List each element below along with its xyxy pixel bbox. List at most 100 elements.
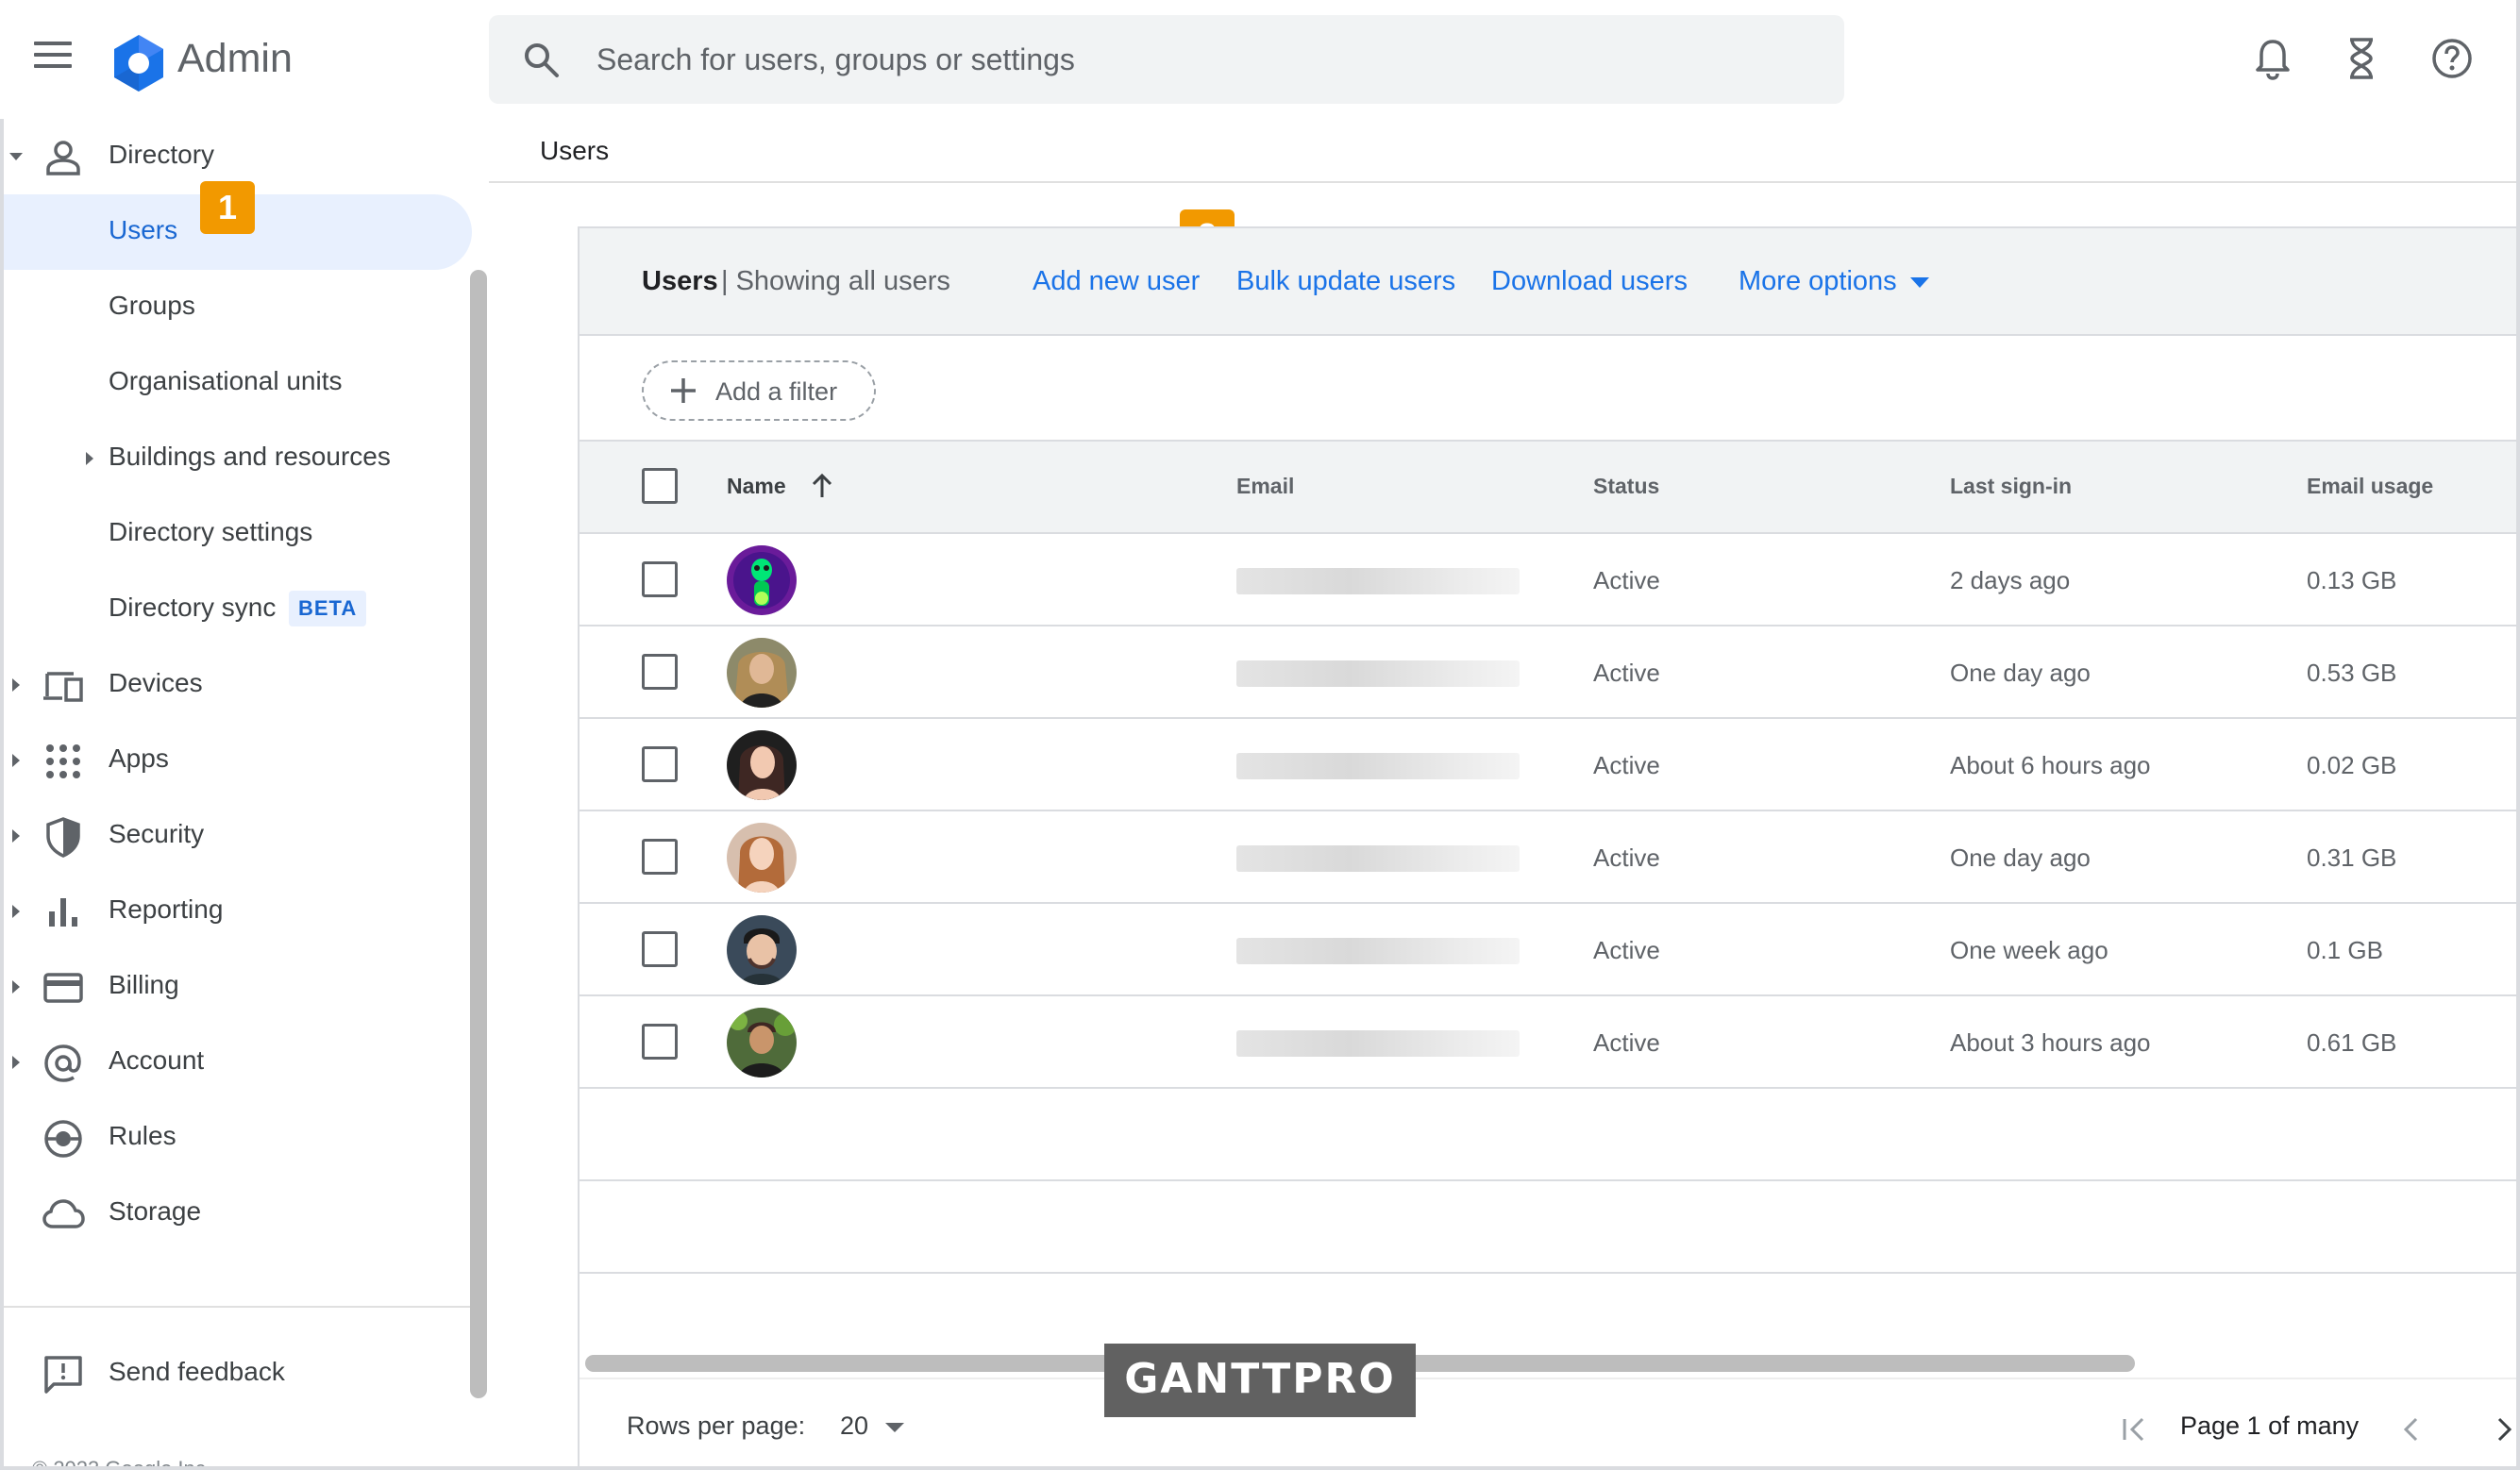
user-avatar[interactable] — [727, 638, 797, 708]
column-header-email-usage[interactable]: Email usage — [2307, 474, 2433, 499]
user-avatar[interactable] — [727, 545, 797, 615]
row-checkbox[interactable] — [642, 561, 678, 597]
caret-down-icon[interactable] — [8, 148, 25, 165]
plus-icon — [671, 378, 696, 403]
user-avatar[interactable] — [727, 915, 797, 985]
last-signin-cell: One day ago — [1950, 844, 2091, 872]
sidebar-item-label: Send feedback — [109, 1357, 285, 1386]
caret-right-icon[interactable] — [8, 752, 25, 769]
select-all-checkbox[interactable] — [642, 468, 678, 504]
top-bar: Admin — [0, 0, 2520, 119]
row-checkbox[interactable] — [642, 931, 678, 967]
sidebar-item-groups[interactable]: Groups — [4, 270, 472, 345]
table-row[interactable]: Active One day ago 0.53 GB — [580, 626, 2520, 719]
search-input[interactable] — [596, 15, 1805, 104]
first-page-icon[interactable] — [2118, 1413, 2150, 1445]
sidebar-item-directory-sync[interactable]: Directory sync BETA — [4, 572, 472, 647]
add-new-user-button[interactable]: Add new user — [1033, 266, 1200, 297]
column-header-name[interactable]: Name — [727, 474, 786, 499]
help-icon[interactable] — [2429, 36, 2475, 81]
at-sign-icon — [44, 1044, 81, 1082]
bar-chart-icon — [49, 898, 77, 927]
column-header-email[interactable]: Email — [1236, 474, 1294, 499]
table-row[interactable]: Active 2 days ago 0.13 GB — [580, 534, 2520, 626]
ganttpro-watermark: GANTTPRO — [1104, 1344, 1416, 1417]
sidebar-item-storage[interactable]: Storage — [4, 1176, 472, 1251]
sidebar-item-apps[interactable]: Apps — [4, 723, 472, 798]
rows-per-page-select[interactable]: 20 — [840, 1412, 868, 1441]
row-checkbox[interactable] — [642, 746, 678, 782]
sidebar-item-label: Organisational units — [109, 366, 343, 395]
credit-card-icon — [43, 973, 83, 1003]
email-redacted — [1236, 938, 1520, 964]
last-signin-cell: One week ago — [1950, 936, 2108, 964]
email-redacted — [1236, 660, 1520, 687]
user-avatar[interactable] — [727, 1008, 797, 1077]
row-checkbox[interactable] — [642, 654, 678, 690]
caret-right-icon[interactable] — [8, 827, 25, 844]
sidebar-item-billing[interactable]: Billing — [4, 949, 472, 1025]
chevron-down-icon[interactable] — [885, 1423, 904, 1432]
more-options-button[interactable]: More options — [1739, 266, 1897, 297]
download-users-button[interactable]: Download users — [1491, 266, 1688, 297]
empty-table-row — [580, 1181, 2520, 1274]
page-indicator: Page 1 of many — [2180, 1412, 2360, 1440]
window-bottom-border — [0, 1466, 2520, 1470]
sidebar-scrollbar[interactable] — [470, 270, 487, 1398]
sidebar-item-directory-settings[interactable]: Directory settings — [4, 496, 472, 572]
sort-ascending-arrow-icon[interactable] — [808, 472, 836, 500]
admin-logo-icon[interactable] — [108, 32, 170, 94]
add-filter-label: Add a filter — [715, 377, 838, 406]
hourglass-tasks-icon[interactable] — [2339, 36, 2384, 81]
column-header-last-sign-in[interactable]: Last sign-in — [1950, 474, 2072, 499]
caret-right-icon[interactable] — [8, 677, 25, 693]
sidebar-item-reporting[interactable]: Reporting — [4, 874, 472, 949]
last-signin-cell: About 6 hours ago — [1950, 751, 2151, 779]
table-footer-divider — [580, 1378, 2520, 1379]
table-row[interactable]: Active About 6 hours ago 0.02 GB — [580, 719, 2520, 811]
chevron-down-icon[interactable] — [1910, 277, 1929, 288]
sidebar-item-label: Account — [109, 1045, 205, 1075]
breadcrumb-divider — [489, 181, 2520, 183]
sidebar-item-label: Directory settings — [109, 517, 313, 546]
caret-right-icon[interactable] — [8, 1054, 25, 1071]
table-row[interactable]: Active About 3 hours ago 0.61 GB — [580, 996, 2520, 1089]
user-avatar[interactable] — [727, 730, 797, 800]
users-card: Users | Showing all users Add new user B… — [578, 226, 2520, 1470]
email-usage-cell: 0.31 GB — [2307, 844, 2397, 872]
previous-page-icon[interactable] — [2397, 1413, 2426, 1445]
beta-badge: BETA — [289, 591, 367, 626]
last-signin-cell: About 3 hours ago — [1950, 1028, 2151, 1057]
caret-right-icon[interactable] — [8, 903, 25, 920]
search-bar[interactable] — [489, 15, 1844, 104]
add-filter-button[interactable]: Add a filter — [642, 360, 876, 421]
row-checkbox[interactable] — [642, 839, 678, 875]
breadcrumb: Users — [540, 136, 610, 165]
bulk-update-users-button[interactable]: Bulk update users — [1236, 266, 1455, 297]
table-row[interactable]: Active One day ago 0.31 GB — [580, 811, 2520, 904]
last-signin-cell: One day ago — [1950, 659, 2091, 687]
sidebar-item-organisational-units[interactable]: Organisational units — [4, 345, 472, 421]
hamburger-menu-icon[interactable] — [34, 42, 79, 79]
caret-right-icon[interactable] — [8, 978, 25, 995]
search-icon[interactable] — [521, 40, 563, 81]
sidebar-item-label: Directory sync — [109, 593, 277, 622]
row-checkbox[interactable] — [642, 1024, 678, 1060]
sidebar-item-security[interactable]: Security — [4, 798, 472, 874]
rows-per-page-label: Rows per page: — [627, 1412, 806, 1440]
next-page-icon[interactable] — [2490, 1413, 2518, 1445]
sidebar-item-account[interactable]: Account — [4, 1025, 472, 1100]
sidebar-item-buildings-and-resources[interactable]: Buildings and resources — [4, 421, 472, 496]
caret-right-icon[interactable] — [81, 450, 98, 467]
notifications-bell-icon[interactable] — [2250, 36, 2295, 81]
table-row[interactable]: Active One week ago 0.1 GB — [580, 904, 2520, 996]
status-cell: Active — [1593, 844, 1660, 872]
filter-bar: Add a filter — [580, 336, 2520, 442]
sidebar-item-label: Groups — [109, 291, 195, 320]
column-header-status[interactable]: Status — [1593, 474, 1659, 499]
sidebar-item-label: Storage — [109, 1196, 202, 1226]
sidebar-item-rules[interactable]: Rules — [4, 1100, 472, 1176]
sidebar-item-devices[interactable]: Devices — [4, 647, 472, 723]
send-feedback-link[interactable]: Send feedback — [4, 1336, 472, 1412]
user-avatar[interactable] — [727, 823, 797, 893]
